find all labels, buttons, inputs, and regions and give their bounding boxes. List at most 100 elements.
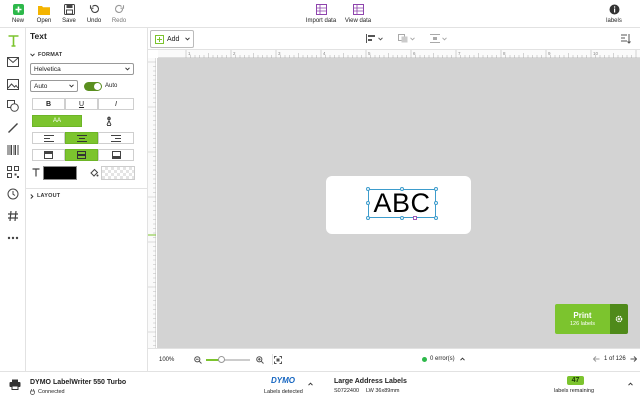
vertical-text-button[interactable] [84,115,134,127]
address-icon[interactable] [5,54,21,70]
next-page-icon[interactable] [630,356,637,362]
valign-middle-icon [77,151,86,159]
fit-to-screen-icon[interactable] [274,356,282,364]
anchor-handle[interactable] [413,216,417,220]
previous-page-icon[interactable] [593,356,600,362]
zoom-slider-thumb[interactable] [218,356,225,363]
printer-icon [9,379,21,390]
text-color-icon [32,168,40,177]
redo-label: Redo [111,18,127,24]
resize-handle[interactable] [400,216,404,220]
connection-icon [30,389,35,395]
format-heading: FORMAT [38,52,63,58]
labels-remaining-badge: 47 [567,376,584,385]
line-icon[interactable] [5,120,21,136]
format-section-toggle[interactable]: FORMAT [30,52,62,58]
font-family-select[interactable]: Helvetica [30,63,134,75]
auto-fit-toggle[interactable] [84,82,102,91]
grid-settings-button[interactable] [620,33,631,44]
canvas-toolbar: Add [148,28,640,50]
printer-connection: Connected [30,389,65,395]
page-info: 1 of 126 [604,356,626,362]
labels-remaining-text: labels remaining [554,388,595,394]
underline-button[interactable]: U [65,98,98,110]
arrange-button[interactable] [398,34,415,43]
chevron-down-icon [125,67,130,71]
errors-indicator[interactable]: 0 error(s) [422,356,465,362]
text-color-swatch[interactable] [43,166,77,180]
object-rail [0,28,26,371]
redo-button[interactable]: Redo [104,3,134,24]
resize-handle[interactable] [400,187,404,191]
printer-menu-button[interactable] [308,382,313,386]
bold-button[interactable]: B [32,98,65,110]
text-icon[interactable] [5,32,21,48]
image-icon[interactable] [5,76,21,92]
status-bar: DYMO LabelWriter 550 Turbo Connected DYM… [0,371,640,400]
resize-handle[interactable] [434,201,438,205]
print-settings-button[interactable] [610,304,628,334]
zoom-level[interactable]: 100% [159,357,174,363]
save-icon [62,3,76,16]
label-menu-button[interactable] [628,382,633,386]
vertical-ruler [148,58,156,348]
redo-icon [112,3,126,16]
print-label: Print [573,311,592,320]
align-center-button[interactable] [65,132,98,144]
valign-top-icon [44,151,53,159]
gear-icon [615,315,623,323]
resize-handle[interactable] [434,216,438,220]
distribute-button[interactable] [430,34,447,43]
date-time-icon[interactable] [5,186,21,202]
font-size-select[interactable]: Auto [30,80,78,92]
view-data-button[interactable]: View data [342,3,374,24]
label-type: Large Address Labels [334,378,407,385]
qr-code-icon[interactable] [5,164,21,180]
labels-label: labels [606,18,622,24]
uppercase-button[interactable]: AA [32,115,82,127]
view-data-label: View data [344,18,372,24]
auto-fit-label: Auto [105,83,118,89]
folder-icon [37,3,51,16]
text-object[interactable]: ABC [368,188,436,218]
align-left-icon [43,134,54,142]
more-icon[interactable] [5,230,21,246]
zoom-slider-track[interactable] [206,356,250,363]
align-right-button[interactable] [98,132,134,144]
zoom-out-icon[interactable] [194,356,202,364]
add-label: Add [167,35,180,43]
undo-label: Undo [86,18,102,24]
fill-color-swatch[interactable] [101,166,135,180]
chevron-down-icon [69,84,74,88]
printer-state: Connected [38,389,65,395]
new-label: New [11,18,24,24]
chevron-up-icon [459,357,465,361]
valign-top-button[interactable] [32,149,65,161]
printer-name: DYMO LabelWriter 550 Turbo [30,379,127,386]
print-button[interactable]: Print 126 labels [555,304,610,334]
italic-button[interactable]: I [98,98,134,110]
valign-bottom-button[interactable] [98,149,134,161]
resize-handle[interactable] [366,216,370,220]
align-left-button[interactable] [32,132,65,144]
align-objects-icon [366,34,375,43]
horizontal-ruler: 1 2 3 4 5 6 7 8 9 10 [158,50,640,58]
resize-handle[interactable] [366,201,370,205]
zoom-in-icon[interactable] [256,356,264,364]
resize-handle[interactable] [366,187,370,191]
valign-middle-button[interactable] [65,149,98,161]
barcode-icon[interactable] [5,142,21,158]
add-object-button[interactable]: Add [150,30,194,48]
valign-bottom-icon [111,151,121,159]
import-data-button[interactable]: Import data [305,3,337,24]
labels-info-button[interactable]: labels [599,3,629,24]
shapes-icon[interactable] [5,98,21,114]
align-right-icon [111,134,121,142]
top-toolbar: New Open Save Undo Redo Import data View… [0,0,640,28]
chevron-down-icon [185,37,191,41]
distribute-icon [430,34,440,43]
layout-section-toggle[interactable]: LAYOUT [30,193,60,199]
align-objects-button[interactable] [366,34,383,43]
resize-handle[interactable] [434,187,438,191]
counter-icon[interactable] [5,208,21,224]
